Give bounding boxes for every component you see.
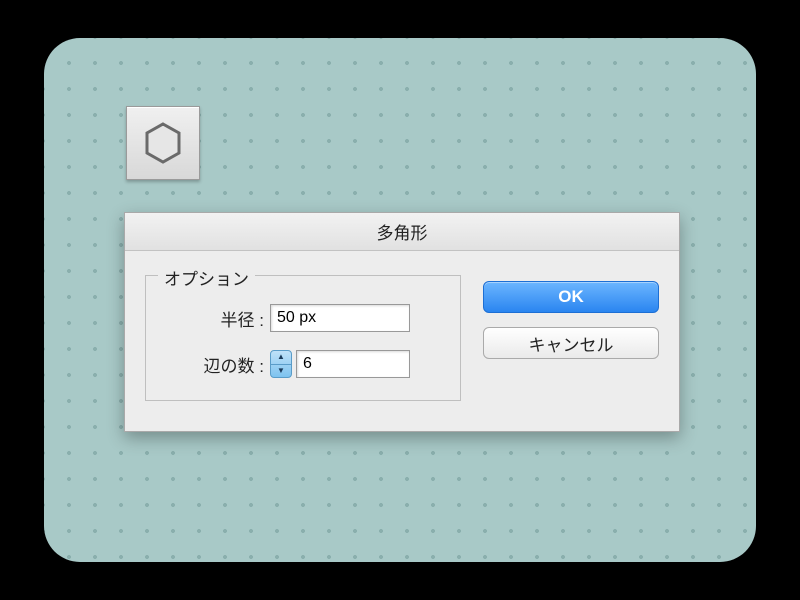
ok-button[interactable]: OK [483,281,659,313]
polygon-tool-button[interactable] [126,106,200,180]
sides-row: 辺の数 : ▲ ▼ [160,350,440,378]
cancel-button[interactable]: キャンセル [483,327,659,359]
stepper-up-icon[interactable]: ▲ [271,351,291,365]
stepper-down-icon[interactable]: ▼ [271,365,291,378]
sides-stepper[interactable]: ▲ ▼ [270,350,292,378]
sides-input[interactable] [296,350,410,378]
radius-label: 半径 : [160,306,270,331]
dialog-title: 多角形 [377,219,428,244]
dialog-titlebar[interactable]: 多角形 [125,213,679,251]
radius-row: 半径 : [160,304,440,332]
dialog-buttons: OK キャンセル [483,275,659,359]
sides-label: 辺の数 : [160,352,270,377]
options-legend: オプション [158,265,255,290]
radius-input[interactable] [270,304,410,332]
canvas-area: 多角形 オプション 半径 : 辺の数 : ▲ ▼ [44,38,756,562]
dialog-body: オプション 半径 : 辺の数 : ▲ ▼ [125,251,679,431]
polygon-dialog: 多角形 オプション 半径 : 辺の数 : ▲ ▼ [124,212,680,432]
polygon-icon [141,121,185,165]
sides-stepper-wrap: ▲ ▼ [270,350,410,378]
options-fieldset: オプション 半径 : 辺の数 : ▲ ▼ [145,275,461,401]
